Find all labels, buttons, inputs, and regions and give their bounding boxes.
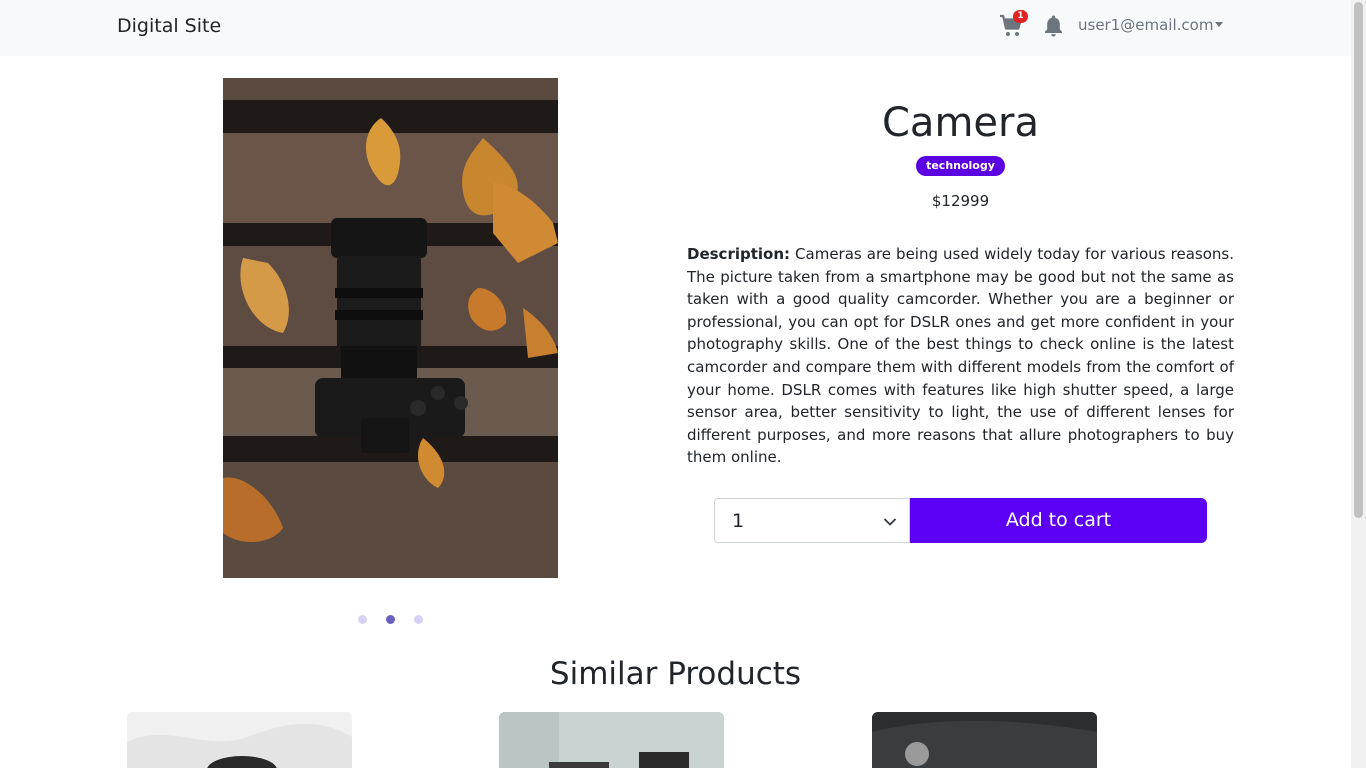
chevron-down-icon	[1215, 22, 1224, 27]
carousel-dot-2[interactable]	[386, 615, 395, 624]
product-description: Description: Cameras are being used wide…	[687, 243, 1234, 469]
category-badge: technology	[916, 156, 1005, 176]
description-text: Cameras are being used widely today for …	[687, 245, 1234, 467]
brand-link[interactable]: Digital Site	[117, 15, 221, 37]
carousel-dot-3[interactable]	[414, 615, 423, 624]
similar-product-card[interactable]	[499, 712, 724, 768]
similar-product-card[interactable]	[127, 712, 352, 768]
navbar: Digital Site 1 user1@email.com	[0, 0, 1351, 56]
scrollbar-thumb[interactable]	[1354, 2, 1363, 518]
product-image	[223, 78, 558, 578]
product-price: $12999	[931, 192, 990, 210]
description-label: Description:	[687, 245, 791, 263]
similar-product-image	[872, 712, 1097, 768]
user-menu[interactable]: user1@email.com	[1078, 16, 1224, 34]
scrollbar[interactable]	[1351, 0, 1366, 768]
quantity-select[interactable]: 1	[714, 498, 910, 543]
user-email: user1@email.com	[1078, 16, 1214, 34]
bell-icon[interactable]	[1043, 14, 1064, 37]
chevron-down-icon	[884, 518, 896, 526]
carousel-dot-1[interactable]	[358, 615, 367, 624]
quantity-value: 1	[732, 510, 745, 532]
similar-product-card[interactable]	[872, 712, 1097, 768]
camera-on-wood-image	[223, 78, 558, 578]
product-title: Camera	[882, 100, 1039, 146]
cart-count-badge: 1	[1013, 10, 1028, 23]
similar-products-heading: Similar Products	[549, 656, 802, 692]
similar-product-image	[127, 712, 352, 768]
similar-product-image	[499, 712, 724, 768]
add-to-cart-button[interactable]: Add to cart	[910, 498, 1207, 543]
